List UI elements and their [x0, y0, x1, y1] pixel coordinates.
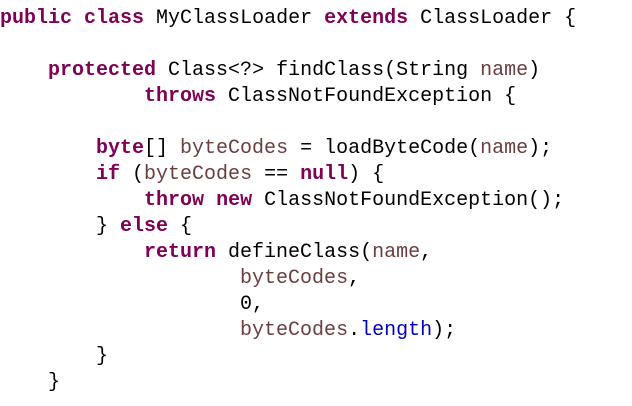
code-line: }: [0, 370, 60, 396]
code-line: } else {: [0, 214, 192, 240]
code-variable: name: [480, 137, 529, 160]
code-text: ): [528, 59, 541, 82]
code-field: length: [360, 319, 433, 342]
code-line: return defineClass(name,: [0, 240, 432, 266]
code-text: }: [0, 215, 121, 238]
code-variable: byteCodes: [144, 163, 253, 186]
code-keyword: throw: [144, 189, 205, 212]
code-text: ) {: [348, 163, 385, 186]
code-text: .: [348, 319, 361, 342]
code-line: }: [0, 344, 108, 370]
code-keyword: protected: [48, 59, 157, 82]
code-text: []: [144, 137, 181, 160]
code-line: throw new ClassNotFoundException();: [0, 188, 564, 214]
code-text: }: [0, 371, 61, 394]
code-variable: name: [372, 241, 421, 264]
code-keyword: class: [84, 7, 145, 30]
code-text: defineClass(: [216, 241, 373, 264]
code-keyword: public: [0, 7, 73, 30]
code-keyword: throws: [144, 85, 217, 108]
code-text: = loadByteCode(: [288, 137, 481, 160]
code-text: MyClassLoader: [144, 7, 325, 30]
code-line: 0,: [0, 292, 264, 318]
code-line: throws ClassNotFoundException {: [0, 84, 516, 110]
code-variable: byteCodes: [240, 319, 349, 342]
code-text: ,: [420, 241, 433, 264]
code-variable: byteCodes: [180, 137, 289, 160]
code-line: byteCodes.length);: [0, 318, 456, 344]
code-text: );: [528, 137, 553, 160]
code-keyword: byte: [96, 137, 145, 160]
code-text: ClassNotFoundException {: [216, 85, 517, 108]
code-line: protected Class<?> findClass(String name…: [0, 58, 540, 84]
code-text: ==: [252, 163, 301, 186]
code-keyword: return: [144, 241, 217, 264]
code-text: {: [168, 215, 193, 238]
code-line: if (byteCodes == null) {: [0, 162, 384, 188]
code-text: }: [0, 345, 109, 368]
code-keyword: new: [216, 189, 253, 212]
code-text: ClassLoader {: [408, 7, 577, 30]
code-editor[interactable]: public class MyClassLoader extends Class…: [0, 0, 632, 406]
code-text: 0,: [0, 293, 265, 316]
code-variable: byteCodes: [240, 267, 349, 290]
code-line: byte[] byteCodes = loadByteCode(name);: [0, 136, 552, 162]
code-keyword: else: [120, 215, 169, 238]
code-variable: name: [480, 59, 529, 82]
code-text: );: [432, 319, 457, 342]
code-keyword: if: [96, 163, 121, 186]
code-line: public class MyClassLoader extends Class…: [0, 6, 576, 32]
code-keyword: extends: [324, 7, 409, 30]
code-text: ,: [348, 267, 361, 290]
code-text: (: [120, 163, 145, 186]
code-text: ClassNotFoundException();: [252, 189, 565, 212]
code-keyword: null: [300, 163, 349, 186]
code-text: Class<?> findClass(String: [156, 59, 481, 82]
code-line: byteCodes,: [0, 266, 360, 292]
